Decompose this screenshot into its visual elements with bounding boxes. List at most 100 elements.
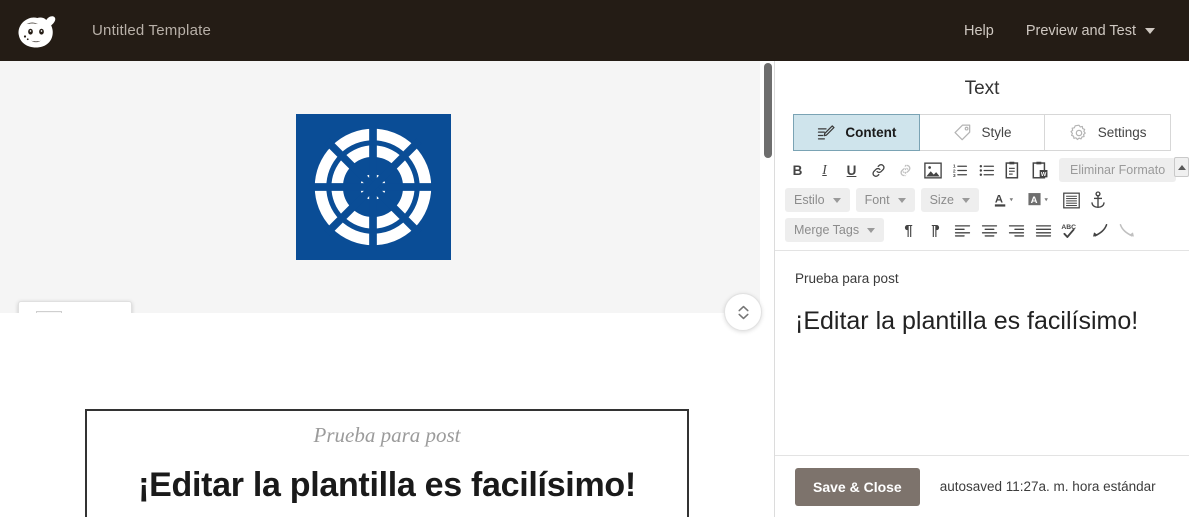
spellcheck-abc-icon: ABC (1061, 224, 1076, 238)
font-dropdown-label: Font (864, 193, 890, 207)
chevron-down-icon (832, 197, 841, 203)
panel-title: Text (964, 78, 1000, 99)
panel-tabs: Content Style Settings (775, 114, 1189, 151)
bold-icon: B (792, 162, 803, 178)
align-justify-button[interactable] (1031, 218, 1056, 243)
align-right-button[interactable] (1004, 218, 1029, 243)
chevron-down-icon (1145, 27, 1155, 34)
mailchimp-freddie-icon[interactable] (0, 0, 72, 61)
underline-button[interactable]: U (839, 158, 864, 183)
link-button[interactable] (866, 158, 891, 183)
merge-tags-dropdown[interactable]: Merge Tags (785, 218, 885, 242)
redo-button (1114, 218, 1139, 243)
align-left-button[interactable] (950, 218, 975, 243)
top-navigation-bar: Untitled Template Help Preview and Test (0, 0, 1189, 61)
size-dropdown-label: Size (929, 193, 954, 207)
gear-icon (1069, 123, 1089, 143)
style-dropdown-label: Estilo (794, 193, 825, 207)
text-editor-panel: Text Content Style Settings B I U 1 2 3 … (775, 61, 1189, 517)
template-title: Untitled Template (92, 22, 212, 39)
link-icon (872, 163, 885, 177)
style-dropdown[interactable]: Estilo (785, 188, 850, 212)
align-center-icon (981, 224, 998, 237)
svg-text:3: 3 (952, 172, 955, 178)
block-format-button[interactable] (1059, 188, 1084, 213)
redo-arrow-icon (1119, 223, 1134, 237)
toolbar-row-3: Merge Tags ¶ ¶ ABC (785, 215, 1179, 245)
autosave-status: autosaved 11:27a. m. hora estándar (939, 479, 1156, 494)
svg-text:A: A (995, 194, 1003, 206)
canvas-scrollbar-track[interactable] (762, 61, 774, 517)
insert-image-button[interactable] (920, 158, 945, 183)
collapse-toolbar-button[interactable] (1174, 157, 1189, 177)
paste-button[interactable] (1001, 158, 1026, 183)
underline-icon: U (846, 162, 857, 178)
chevron-up-icon (1177, 164, 1186, 170)
preview-and-test-button[interactable]: Preview and Test (1010, 15, 1171, 47)
background-color-button[interactable]: A (1025, 188, 1057, 213)
ltr-paragraph-button[interactable]: ¶ (896, 218, 921, 243)
undo-button[interactable] (1087, 218, 1112, 243)
block-lines-icon (1063, 192, 1080, 208)
undo-arrow-icon (1092, 223, 1107, 237)
tab-settings[interactable]: Settings (1045, 114, 1172, 151)
text-editor-area[interactable]: Prueba para post ¡Editar la plantilla es… (775, 251, 1189, 455)
size-dropdown[interactable]: Size (920, 188, 979, 212)
font-dropdown[interactable]: Font (855, 188, 915, 212)
bullet-list-icon (979, 164, 994, 176)
toolbar-row-2: Estilo Font Size A A (785, 185, 1179, 215)
align-left-icon (954, 224, 971, 237)
unlink-icon (900, 163, 911, 177)
canvas-text-heading: ¡Editar la plantilla es facilísimo! (138, 466, 636, 504)
top-nav-actions: Help Preview and Test (948, 15, 1189, 47)
paste-word-icon: W (1032, 161, 1048, 179)
bullet-list-button[interactable] (974, 158, 999, 183)
svg-text:W: W (1041, 172, 1047, 178)
chevron-down-icon (897, 197, 906, 203)
image-content-block[interactable] (0, 61, 760, 313)
text-color-button[interactable]: A (991, 188, 1023, 213)
block-resize-handle[interactable] (724, 293, 762, 331)
rich-text-toolbar: B I U 1 2 3 W Eliminar Formato Estilo Fo… (775, 151, 1189, 251)
tab-style[interactable]: Style (919, 114, 1046, 151)
paragraph-ltr-icon: ¶ (904, 221, 913, 239)
chevron-down-icon (961, 197, 970, 203)
svg-text:A: A (1031, 195, 1038, 206)
tab-content[interactable]: Content (793, 114, 920, 151)
spellcheck-button[interactable]: ABC (1058, 218, 1085, 243)
paste-from-word-button[interactable]: W (1028, 158, 1053, 183)
radial-target-logo (295, 114, 451, 260)
align-center-button[interactable] (977, 218, 1002, 243)
paragraph-rtl-icon: ¶ (931, 221, 940, 239)
remove-format-button[interactable]: Eliminar Formato (1059, 158, 1177, 182)
preview-and-test-label: Preview and Test (1025, 22, 1136, 39)
chevron-up-down-icon (737, 305, 749, 319)
text-content-block[interactable]: Prueba para post ¡Editar la plantilla es… (85, 409, 689, 517)
anchor-icon (1091, 191, 1106, 209)
text-color-icon: A (994, 194, 1013, 207)
mailchimp-template-editor: Untitled Template Help Preview and Test (0, 0, 1189, 517)
paste-icon (1005, 161, 1019, 179)
numbered-list-button[interactable]: 123 (947, 158, 972, 183)
italic-button[interactable]: I (812, 158, 837, 183)
rtl-paragraph-button[interactable]: ¶ (923, 218, 948, 243)
italic-icon: I (822, 162, 827, 177)
template-canvas[interactable]: Color Image Prueba para post ¡Editar la … (0, 61, 760, 517)
merge-tags-label: Merge Tags (794, 223, 860, 237)
align-right-icon (1008, 224, 1025, 237)
chevron-down-icon (867, 227, 876, 233)
canvas-text-kicker: Prueba para post (313, 423, 461, 447)
save-and-close-button[interactable]: Save & Close (795, 467, 920, 506)
tab-settings-label: Settings (1097, 125, 1147, 140)
style-tag-icon (953, 123, 973, 143)
anchor-button[interactable] (1086, 188, 1111, 213)
bold-button[interactable]: B (785, 158, 810, 183)
editor-heading-text[interactable]: ¡Editar la plantilla es facilísimo! (795, 306, 1169, 336)
align-justify-icon (1035, 224, 1052, 237)
toolbar-row-1: B I U 1 2 3 W Eliminar Formato (785, 155, 1189, 185)
editor-kicker-text[interactable]: Prueba para post (795, 271, 1169, 286)
tab-style-label: Style (981, 125, 1012, 140)
help-link[interactable]: Help (948, 15, 1010, 47)
text-content-block-area: Prueba para post ¡Editar la plantilla es… (0, 313, 760, 517)
canvas-scrollbar-thumb[interactable] (764, 63, 772, 158)
